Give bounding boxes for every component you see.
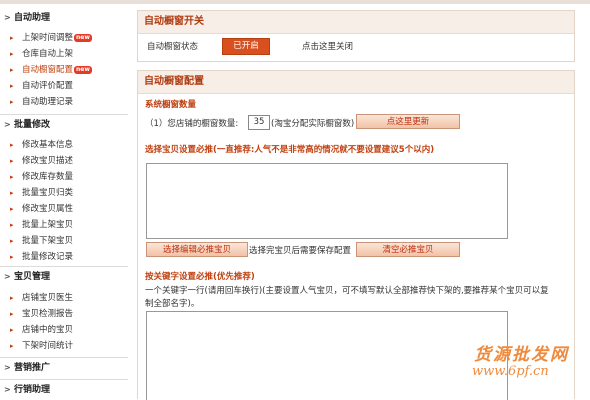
keyword-description: 制全部名字)。 [145, 299, 200, 309]
sidebar-section-title: 宝贝管理 [14, 272, 51, 282]
watermark-text: 货源批发网 [474, 345, 569, 365]
must-items-list[interactable] [146, 163, 508, 239]
sidebar-item-label: 修改库存数量 [22, 172, 74, 182]
right-gutter [578, 10, 590, 399]
sidebar-item-label: 宝贝检测报告 [22, 309, 74, 319]
bullet-icon: ▸ [10, 253, 14, 261]
clear-must-items-button[interactable]: 清空必推宝贝 [356, 242, 460, 257]
sidebar-item-label: 修改宝贝属性 [22, 204, 74, 214]
sidebar-item-batch-edit-log[interactable]: ▸ 批量修改记录 [10, 250, 74, 264]
update-button[interactable]: 点这里更新 [356, 114, 460, 129]
sidebar: > 自动助理 ▸ 上架时间调整 new ▸ 仓库自动上架 ▸ 自动橱窗配置 new … [0, 4, 130, 399]
sidebar-item-label: 店铺宝贝医生 [22, 293, 74, 303]
chevron-right-icon: > [4, 385, 11, 394]
bullet-icon: ▸ [10, 34, 14, 42]
sidebar-section-item-management[interactable]: > 宝贝管理 [0, 266, 128, 286]
new-badge: new [74, 66, 92, 74]
sidebar-item-edit-stock[interactable]: ▸ 修改库存数量 [10, 170, 74, 184]
sidebar-section-sales-assistant[interactable]: > 行销助理 [0, 379, 128, 399]
bullet-icon: ▸ [10, 294, 14, 302]
sidebar-item-shop-doctor[interactable]: ▸ 店铺宝贝医生 [10, 291, 74, 305]
sidebar-item-batch-delist[interactable]: ▸ 批量下架宝贝 [10, 234, 74, 248]
sidebar-item-warehouse-auto-list[interactable]: ▸ 仓库自动上架 [10, 47, 74, 61]
sidebar-section-title: 自动助理 [14, 13, 51, 23]
sidebar-item-shop-items[interactable]: ▸ 店铺中的宝贝 [10, 323, 74, 337]
save-hint: 选择完宝贝后需要保存配置 [249, 246, 352, 256]
section-title: 选择宝贝设置必推(一直推荐:人气不是非常高的情况就不要设置建议5个以内) [145, 145, 435, 155]
sidebar-item-label: 自动助理记录 [22, 97, 74, 107]
sidebar-item-listing-time[interactable]: ▸ 上架时间调整 new [10, 31, 92, 45]
sidebar-item-edit-description[interactable]: ▸ 修改宝贝描述 [10, 154, 74, 168]
keyword-textarea[interactable] [146, 311, 508, 400]
sidebar-item-auto-review-config[interactable]: ▸ 自动评价配置 [10, 79, 74, 93]
sidebar-item-label: 自动评价配置 [22, 81, 74, 91]
select-must-items-button[interactable]: 选择编辑必推宝贝 [146, 242, 248, 257]
sidebar-item-label: 店铺中的宝贝 [22, 325, 74, 335]
sidebar-section-title: 营销推广 [14, 363, 51, 373]
section-title: 按关键字设置必推(优先推荐) [145, 272, 255, 282]
sidebar-item-auto-assistant-log[interactable]: ▸ 自动助理记录 [10, 95, 74, 109]
sidebar-section-auto-assistant[interactable]: > 自动助理 [0, 8, 128, 28]
bullet-icon: ▸ [10, 173, 14, 181]
sidebar-section-title: 行销助理 [14, 385, 51, 395]
sidebar-section-marketing[interactable]: > 营销推广 [0, 357, 128, 377]
chevron-right-icon: > [4, 272, 11, 281]
sidebar-item-batch-list[interactable]: ▸ 批量上架宝贝 [10, 218, 74, 232]
section-title: 系统橱窗数量 [145, 100, 197, 110]
window-count-label: （1）您店铺的橱窗数量: [145, 119, 239, 129]
bullet-icon: ▸ [10, 50, 14, 58]
keyword-description: 一个关键字一行(请用回车换行)(主要设置人气宝贝，可不填写默认全部推荐快下架的,… [145, 286, 549, 296]
panel-title: 自动橱窗开关 [138, 11, 574, 34]
sidebar-item-edit-attributes[interactable]: ▸ 修改宝贝属性 [10, 202, 74, 216]
chevron-right-icon: > [4, 120, 11, 129]
sidebar-item-check-report[interactable]: ▸ 宝贝检测报告 [10, 307, 74, 321]
bullet-icon: ▸ [10, 326, 14, 334]
close-link[interactable]: 点击这里关闭 [302, 40, 353, 52]
bullet-icon: ▸ [10, 205, 14, 213]
watermark-url: www.6pf.cn [472, 364, 549, 379]
sidebar-item-label: 批量下架宝贝 [22, 236, 74, 246]
panel-title: 自动橱窗配置 [138, 71, 574, 94]
new-badge: new [74, 34, 92, 42]
sidebar-item-label: 下架时间统计 [22, 341, 74, 351]
bullet-icon: ▸ [10, 82, 14, 90]
sidebar-item-label: 批量上架宝贝 [22, 220, 74, 230]
chevron-right-icon: > [4, 363, 11, 372]
sidebar-item-batch-categorize[interactable]: ▸ 批量宝贝归类 [10, 186, 74, 200]
bullet-icon: ▸ [10, 66, 14, 74]
sidebar-item-label: 修改基本信息 [22, 140, 74, 150]
toggle-button[interactable]: 已开启 [222, 38, 270, 55]
bullet-icon: ▸ [10, 310, 14, 318]
sidebar-item-label: 批量宝贝归类 [22, 188, 74, 198]
sidebar-item-label: 仓库自动上架 [22, 49, 74, 59]
bullet-icon: ▸ [10, 221, 14, 229]
sidebar-item-delist-stats[interactable]: ▸ 下架时间统计 [10, 339, 74, 353]
sidebar-item-label: 自动橱窗配置 [22, 65, 74, 75]
bullet-icon: ▸ [10, 342, 14, 350]
sidebar-item-edit-basic-info[interactable]: ▸ 修改基本信息 [10, 138, 74, 152]
watermark: 货源批发网 www.6pf.cn [472, 340, 569, 379]
window-count-note: (淘宝分配实际橱窗数) [271, 119, 355, 129]
chevron-right-icon: > [4, 13, 11, 22]
sidebar-item-label: 上架时间调整 [22, 33, 74, 43]
bullet-icon: ▸ [10, 141, 14, 149]
window-count-input[interactable]: 35 [248, 115, 270, 130]
sidebar-item-label: 修改宝贝描述 [22, 156, 74, 166]
sidebar-item-auto-window-config[interactable]: ▸ 自动橱窗配置 new [10, 63, 92, 77]
sidebar-section-batch-edit[interactable]: > 批量修改 [0, 114, 128, 134]
sidebar-section-title: 批量修改 [14, 120, 51, 130]
bullet-icon: ▸ [10, 189, 14, 197]
bullet-icon: ▸ [10, 98, 14, 106]
status-label: 自动橱窗状态 [147, 42, 199, 52]
bullet-icon: ▸ [10, 157, 14, 165]
sidebar-item-label: 批量修改记录 [22, 252, 74, 262]
bullet-icon: ▸ [10, 237, 14, 245]
switch-panel: 自动橱窗开关 自动橱窗状态 已开启 点击这里关闭 [137, 10, 575, 62]
